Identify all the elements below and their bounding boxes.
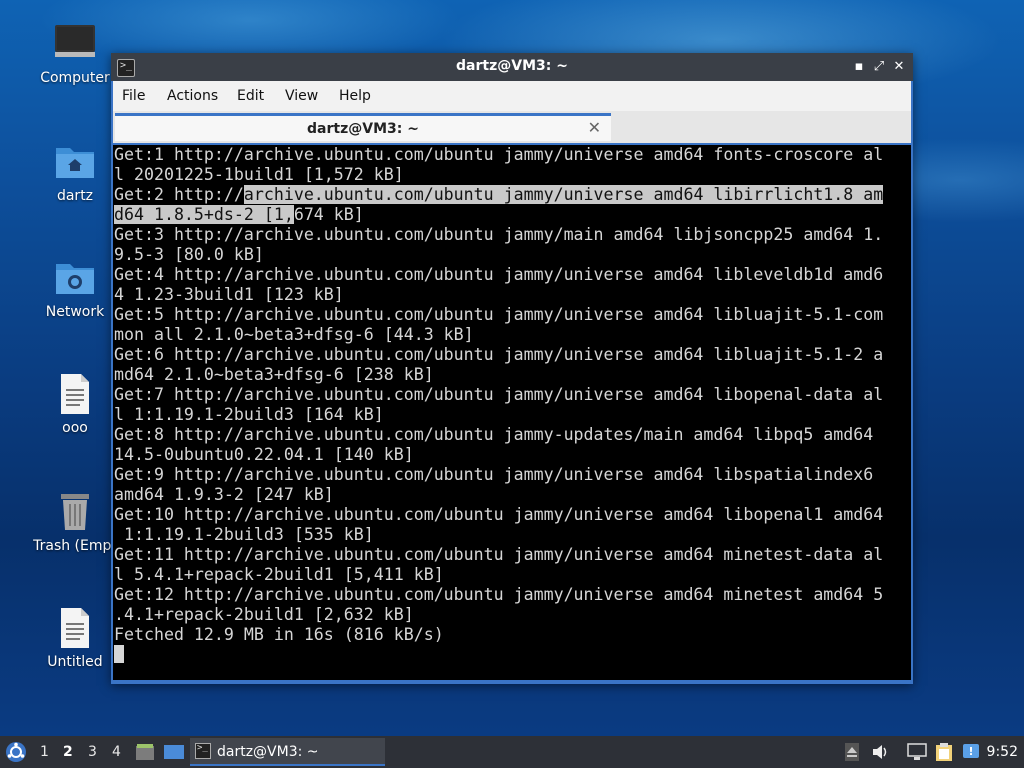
trash-icon (53, 490, 97, 534)
terminal-icon: >_ (195, 743, 211, 759)
menu-view[interactable]: View (285, 88, 318, 104)
menu-edit[interactable]: Edit (237, 88, 264, 104)
desktop-icon-label: Network (45, 304, 105, 320)
terminal-line: 14.5-0ubuntu0.22.04.1 [140 kB] (114, 445, 414, 464)
desktop-icon-label: Computer (40, 70, 110, 86)
terminal-line: 674 kB] (293, 205, 364, 224)
terminal-line: 4 1.23-3build1 [123 kB] (114, 285, 344, 304)
volume-icon[interactable] (872, 744, 890, 764)
maximize-button[interactable]: ⤢ (869, 57, 889, 77)
terminal-tab[interactable]: dartz@VM3: ~ ✕ (115, 113, 611, 141)
terminal-line: mon all 2.1.0~beta3+dfsg-6 [44.3 kB] (114, 325, 474, 344)
document-icon (53, 606, 97, 650)
desktop-icon-network[interactable]: Network (27, 256, 123, 320)
terminal-line: l 1:1.19.1-2build3 [164 kB] (114, 405, 384, 424)
terminal-line: .4.1+repack-2build1 [2,632 kB] (114, 605, 414, 624)
desktop-icon-label: Untitled (47, 654, 103, 670)
terminal-line: Get:6 http://archive.ubuntu.com/ubuntu j… (114, 345, 884, 364)
terminal-line: l 5.4.1+repack-2build1 [5,411 kB] (114, 565, 444, 584)
terminal-line: Get:2 http:// (114, 185, 244, 204)
notification-icon[interactable]: ! (962, 742, 980, 766)
show-desktop-icon[interactable] (163, 743, 185, 761)
taskbar-terminal-task[interactable]: >_ dartz@VM3: ~ (190, 738, 385, 766)
document-icon (53, 372, 97, 416)
terminal-line: Get:3 http://archive.ubuntu.com/ubuntu j… (114, 225, 884, 244)
window-title: dartz@VM3: ~ (456, 58, 568, 74)
desktop-icon-dartz[interactable]: dartz (27, 140, 123, 204)
taskbar: 1 2 3 4 >_ dartz@VM3: ~ ! 9:52 (0, 736, 1024, 768)
desktop-icon-untitled[interactable]: Untitled (27, 606, 123, 670)
home-folder-icon (53, 140, 97, 184)
terminal-line: Get:4 http://archive.ubuntu.com/ubuntu j… (114, 265, 884, 284)
desktop-icon-label: dartz (56, 188, 94, 204)
terminal-window: >_ dartz@VM3: ~ ▪ ⤢ ✕ File Actions Edit … (111, 53, 913, 684)
terminal-line: Get:12 http://archive.ubuntu.com/ubuntu … (114, 585, 884, 604)
network-icon[interactable] (907, 743, 927, 765)
window-titlebar[interactable]: >_ dartz@VM3: ~ ▪ ⤢ ✕ (111, 53, 913, 81)
terminal-line: l 20201225-1build1 [1,572 kB] (114, 165, 404, 184)
minimize-button[interactable]: ▪ (849, 57, 869, 77)
desktop-icon-trash[interactable]: Trash (Empt (27, 490, 123, 554)
desktop-icon-ooo[interactable]: ooo (27, 372, 123, 436)
terminal-line: Get:9 http://archive.ubuntu.com/ubuntu j… (114, 465, 874, 484)
network-folder-icon (53, 256, 97, 300)
computer-icon (53, 22, 97, 66)
taskbar-task-label: dartz@VM3: ~ (217, 744, 319, 760)
terminal-output[interactable]: Get:1 http://archive.ubuntu.com/ubuntu j… (113, 145, 911, 680)
menu-file[interactable]: File (122, 88, 145, 104)
workspace-4[interactable]: 4 (112, 744, 121, 760)
terminal-line: Get:10 http://archive.ubuntu.com/ubuntu … (114, 505, 884, 524)
svg-text:!: ! (968, 745, 973, 758)
terminal-line: Get:7 http://archive.ubuntu.com/ubuntu j… (114, 385, 884, 404)
terminal-line: Get:1 http://archive.ubuntu.com/ubuntu j… (114, 145, 884, 164)
workspace-3[interactable]: 3 (88, 744, 97, 760)
terminal-line: Get:5 http://archive.ubuntu.com/ubuntu j… (114, 305, 884, 324)
terminal-line: 9.5-3 [80.0 kB] (114, 245, 264, 264)
menubar: File Actions Edit View Help (113, 81, 911, 111)
terminal-line: amd64 1.9.3-2 [247 kB] (114, 485, 334, 504)
desktop-icon-computer[interactable]: Computer (27, 22, 123, 86)
close-button[interactable]: ✕ (889, 57, 909, 77)
terminal-selection: archive.ubuntu.com/ubuntu jammy/universe… (243, 185, 884, 204)
clipboard-icon[interactable] (935, 742, 953, 766)
tab-bar: dartz@VM3: ~ ✕ (113, 111, 911, 143)
workspace-1[interactable]: 1 (40, 744, 49, 760)
clock[interactable]: 9:52 (987, 744, 1018, 760)
menu-actions[interactable]: Actions (167, 88, 218, 104)
terminal-line: 1:1.19.1-2build3 [535 kB] (114, 525, 374, 544)
tab-close-icon[interactable]: ✕ (588, 118, 601, 137)
start-menu-icon[interactable] (5, 741, 27, 763)
desktop-icon-label: ooo (62, 420, 88, 436)
tab-label: dartz@VM3: ~ (307, 121, 419, 137)
workspace-2[interactable]: 2 (63, 744, 73, 760)
terminal-line: md64 2.1.0~beta3+dfsg-6 [238 kB] (114, 365, 434, 384)
desktop-icon-label: Trash (Empt (33, 538, 117, 554)
file-manager-icon[interactable] (135, 743, 155, 761)
terminal-line: Fetched 12.9 MB in 16s (816 kB/s) (114, 625, 444, 644)
eject-icon[interactable] (845, 743, 859, 765)
terminal-selection: d64 1.8.5+ds-2 [1, (114, 205, 294, 224)
terminal-line: Get:8 http://archive.ubuntu.com/ubuntu j… (114, 425, 874, 444)
terminal-cursor (114, 645, 124, 663)
menu-help[interactable]: Help (339, 88, 371, 104)
terminal-line: Get:11 http://archive.ubuntu.com/ubuntu … (114, 545, 884, 564)
